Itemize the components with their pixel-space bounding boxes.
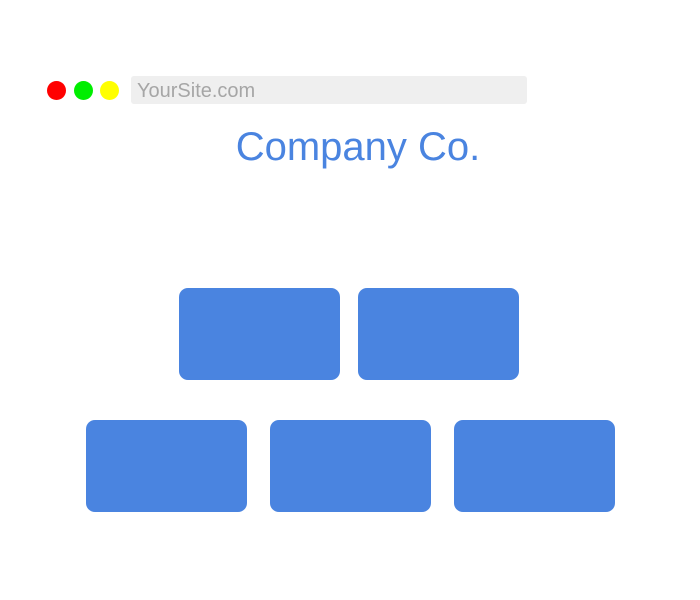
content-tile[interactable]	[454, 420, 615, 512]
content-tile[interactable]	[270, 420, 431, 512]
maximize-dot-icon[interactable]	[100, 81, 119, 100]
address-bar-url: YourSite.com	[137, 80, 256, 102]
close-dot-icon[interactable]	[47, 81, 66, 100]
content-tile[interactable]	[179, 288, 340, 380]
content-tile[interactable]	[86, 420, 247, 512]
content-tile[interactable]	[358, 288, 519, 380]
address-bar[interactable]: YourSite.com	[131, 76, 527, 104]
minimize-dot-icon[interactable]	[74, 81, 93, 100]
page-title: Company Co.	[235, 125, 481, 169]
